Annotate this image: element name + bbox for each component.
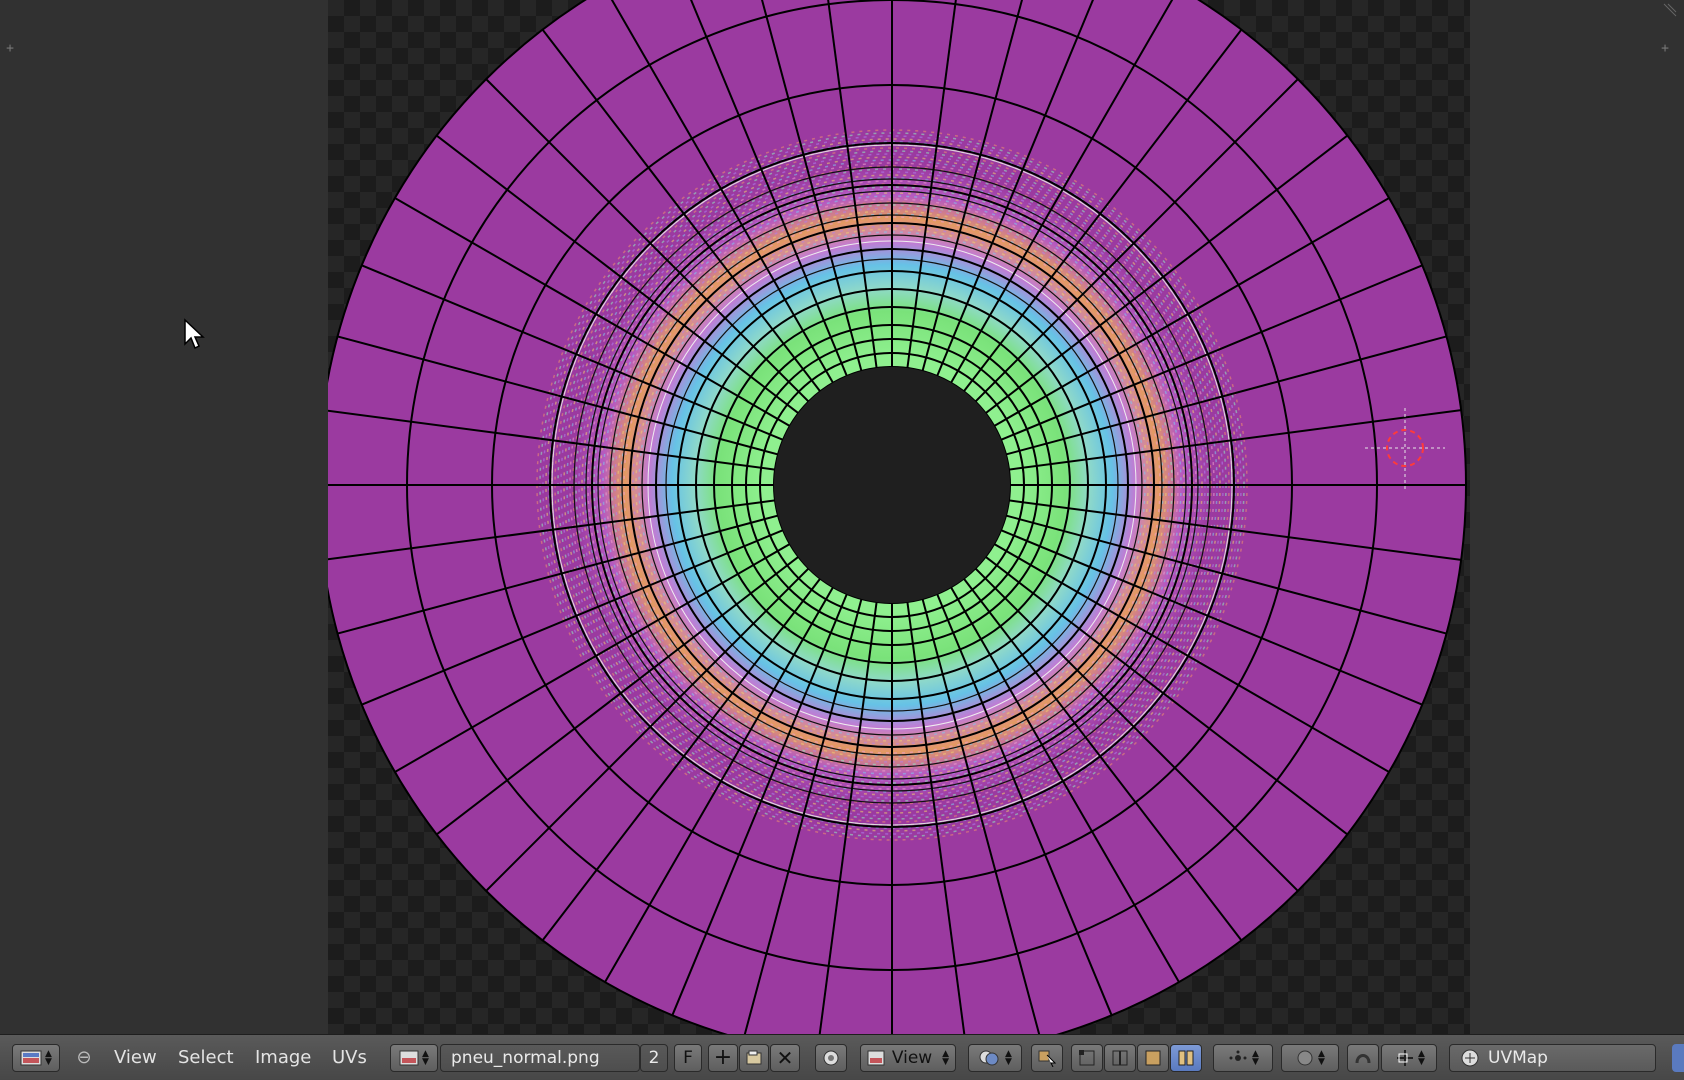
view-mode-label: View — [891, 1048, 933, 1068]
proportional-icon — [1297, 1050, 1313, 1066]
draw-channels-dropdown[interactable]: ▲ ▼ — [968, 1044, 1022, 1072]
unlink-image-button[interactable]: ✕ — [770, 1044, 800, 1072]
sticky-mode-dropdown[interactable]: ▲ ▼ — [1213, 1044, 1273, 1072]
vertex-select-button[interactable] — [1071, 1044, 1103, 1072]
snap-target-dropdown[interactable]: ▲ ▼ — [1381, 1044, 1437, 1072]
view-mode-dropdown[interactable]: View ▲ ▼ — [860, 1044, 956, 1072]
island-select-button[interactable] — [1170, 1044, 1202, 1072]
unlink-icon: ✕ — [776, 1046, 794, 1070]
image-name: pneu_normal.png — [451, 1048, 600, 1068]
uv-image-editor: + + — [0, 0, 1684, 1034]
edge-select-icon — [1112, 1050, 1128, 1066]
menu-view[interactable]: View — [114, 1044, 157, 1072]
new-image-button[interactable]: + — [708, 1044, 738, 1072]
menu-image[interactable]: Image — [255, 1044, 311, 1072]
face-select-icon — [1145, 1050, 1161, 1066]
face-select-button[interactable] — [1137, 1044, 1169, 1072]
menu-select[interactable]: Select — [178, 1044, 234, 1072]
user-count[interactable]: 2 — [640, 1044, 668, 1072]
uv-sync-icon — [1038, 1050, 1057, 1067]
sticky-mode-icon — [1229, 1050, 1247, 1061]
snap-toggle-button[interactable] — [1347, 1044, 1379, 1072]
image-browse-button[interactable]: ▲ ▼ — [390, 1044, 438, 1072]
island-select-icon — [1178, 1050, 1194, 1066]
editor-type-icon — [20, 1050, 42, 1066]
draw-channels-icon — [979, 1050, 999, 1066]
user-count-label: 2 — [648, 1048, 660, 1068]
fake-user-button[interactable]: F — [674, 1044, 702, 1072]
uvmap-icon — [1461, 1049, 1479, 1067]
fake-user-label: F — [683, 1048, 693, 1068]
header-scroll-edge[interactable] — [1672, 1044, 1684, 1072]
uv-sync-button[interactable] — [1031, 1044, 1063, 1072]
uv-mesh[interactable] — [0, 0, 1684, 1034]
uvmap-selector[interactable]: UVMap — [1449, 1044, 1656, 1072]
pin-icon — [823, 1050, 839, 1066]
edge-select-button[interactable] — [1104, 1044, 1136, 1072]
image-browse-icon — [399, 1050, 419, 1066]
image-name-field[interactable]: pneu_normal.png — [440, 1044, 640, 1072]
snap-target-icon — [1397, 1050, 1414, 1066]
editor-header: ▲ ▼ ⊖ View Select Image UVs ▲ ▼ pneu_norma… — [0, 1034, 1684, 1080]
pin-button[interactable] — [815, 1044, 847, 1072]
open-image-icon — [746, 1050, 762, 1065]
2d-cursor-icon[interactable] — [1360, 405, 1450, 495]
snap-icon — [1355, 1054, 1371, 1064]
image-view-icon — [867, 1050, 885, 1066]
new-image-icon: + — [713, 1045, 733, 1070]
proportional-edit-dropdown[interactable]: ▲ ▼ — [1281, 1044, 1339, 1072]
uvmap-name: UVMap — [1488, 1048, 1548, 1068]
uv-hole — [774, 367, 1010, 603]
mouse-pointer-icon — [184, 318, 205, 350]
collapse-icon[interactable]: ⊖ — [74, 1048, 94, 1068]
editor-type-button[interactable]: ▲ ▼ — [12, 1044, 60, 1072]
vertex-select-icon — [1079, 1050, 1095, 1066]
menu-uvs[interactable]: UVs — [332, 1044, 367, 1072]
open-image-button[interactable] — [739, 1044, 769, 1072]
